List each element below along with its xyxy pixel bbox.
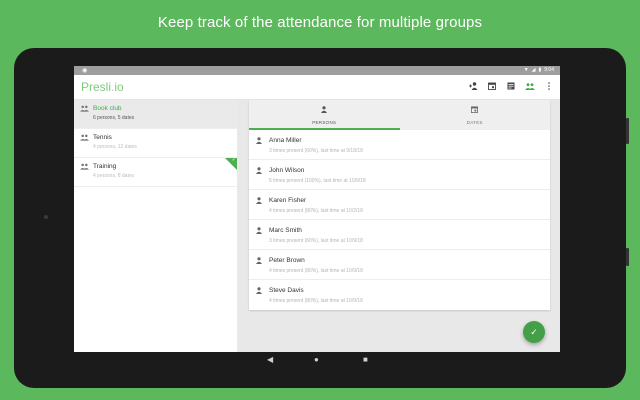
tab-persons[interactable]: PERSONS [249, 100, 400, 130]
battery-icon: ▮ [538, 67, 542, 73]
app-bar: Presli.io [74, 75, 560, 100]
tab-dates[interactable]: DATES [400, 100, 551, 130]
wifi-icon: ▼ [523, 67, 529, 73]
camera-dot [44, 215, 48, 219]
app-screen: ◉ ▼ ◢ ▮ 9:04 Presli.io Book club 6 perso… [74, 66, 560, 369]
group-name: Book club [93, 105, 122, 112]
signal-icon: ◢ [531, 67, 536, 73]
person-icon [321, 106, 328, 113]
add-person-icon[interactable] [468, 81, 478, 91]
person-stats: 4 times present (80%), last time at 10/9… [269, 298, 363, 304]
person-name: Steve Davis [269, 287, 304, 294]
person-name: Marc Smith [269, 227, 302, 234]
person-row[interactable]: Peter Brown 4 times present (80%), last … [249, 250, 550, 280]
person-row[interactable]: Anna Miller 3 times present (60%), last … [249, 130, 550, 160]
group-icon [80, 134, 89, 141]
person-name: Anna Miller [269, 137, 302, 144]
persons-card: PERSONS DATES Anna Miller 3 times presen… [249, 100, 550, 310]
person-icon [256, 287, 262, 294]
home-icon[interactable]: ● [314, 355, 319, 364]
group-name: Tennis [93, 134, 112, 141]
person-row[interactable]: Marc Smith 3 times present (60%), last t… [249, 220, 550, 250]
volume-button [626, 118, 629, 144]
recents-icon[interactable]: ■ [363, 355, 368, 364]
group-subtitle: 4 persons, 12 dates [93, 144, 137, 150]
person-stats: 4 times present (80%), last time at 10/2… [269, 208, 363, 214]
group-list: Book club 6 persons, 5 dates Tennis 4 pe… [74, 100, 238, 352]
group-icon [80, 163, 89, 170]
status-bar: ◉ ▼ ◢ ▮ 9:04 [74, 66, 560, 75]
more-vert-icon[interactable] [544, 81, 554, 91]
tab-label: PERSONS [312, 120, 337, 125]
person-icon [256, 137, 262, 144]
groups-icon[interactable] [525, 81, 535, 91]
back-icon[interactable]: ◀ [267, 355, 273, 364]
check-icon: ✓ [231, 157, 236, 163]
content-area: PERSONS DATES Anna Miller 3 times presen… [238, 100, 560, 352]
group-item-book-club[interactable]: Book club 6 persons, 5 dates [74, 100, 237, 129]
app-title: Presli.io [81, 80, 124, 94]
power-button [626, 248, 629, 266]
group-name: Training [93, 163, 117, 170]
group-subtitle: 4 persons, 8 dates [93, 173, 135, 179]
person-icon [256, 227, 262, 234]
document-icon[interactable] [506, 81, 516, 91]
person-name: John Wilson [269, 167, 305, 174]
person-icon [256, 167, 262, 174]
group-item-tennis[interactable]: Tennis 4 persons, 12 dates [74, 129, 237, 158]
toolbar [468, 81, 554, 91]
person-stats: 5 times present (100%), last time at 10/… [269, 178, 366, 184]
person-stats: 3 times present (60%), last time at 9/18… [269, 148, 363, 154]
person-icon [256, 257, 262, 264]
headline: Keep track of the attendance for multipl… [157, 14, 483, 31]
person-stats: 3 times present (60%), last time at 10/9… [269, 238, 363, 244]
person-name: Karen Fisher [269, 197, 307, 204]
person-row[interactable]: John Wilson 5 times present (100%), last… [249, 160, 550, 190]
person-name: Peter Brown [269, 257, 305, 264]
group-subtitle: 6 persons, 5 dates [93, 115, 135, 121]
notification-icon: ◉ [82, 68, 88, 74]
group-icon [80, 105, 89, 112]
person-icon [256, 197, 262, 204]
navigation-bar: ◀ ● ■ [74, 352, 560, 369]
confirm-fab-button[interactable]: ✓ [523, 321, 545, 343]
status-time: 9:04 [544, 67, 554, 73]
tab-bar: PERSONS DATES [249, 100, 550, 130]
group-item-training[interactable]: Training 4 persons, 8 dates ✓ [74, 157, 237, 187]
person-stats: 4 times present (80%), last time at 10/9… [269, 268, 363, 274]
tab-label: DATES [466, 120, 483, 125]
check-icon: ✓ [530, 326, 538, 337]
person-row[interactable]: Steve Davis 4 times present (80%), last … [249, 280, 550, 310]
calendar-icon [471, 106, 479, 113]
person-row[interactable]: Karen Fisher 4 times present (80%), last… [249, 190, 550, 220]
calendar-icon[interactable] [487, 81, 497, 91]
